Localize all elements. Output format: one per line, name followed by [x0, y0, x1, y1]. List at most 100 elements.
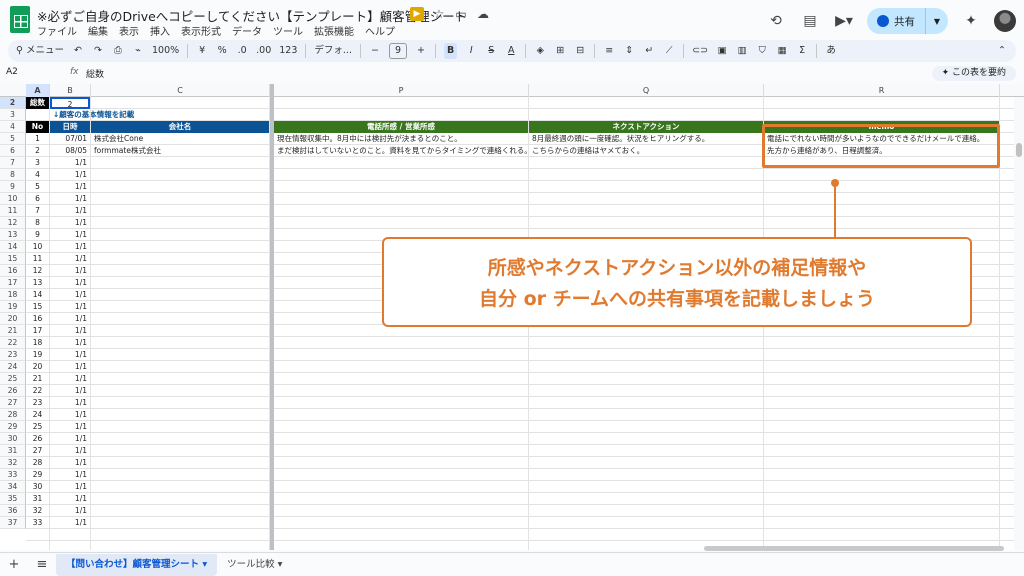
row-header[interactable]: 28: [0, 409, 26, 421]
row-date-cell[interactable]: 1/1: [50, 289, 90, 301]
row-date-cell[interactable]: 1/1: [50, 241, 90, 253]
horizontal-align-icon[interactable]: ≡: [603, 43, 615, 59]
row-date-cell[interactable]: 1/1: [50, 313, 90, 325]
percent-button[interactable]: %: [216, 43, 228, 59]
row-no-cell[interactable]: 11: [26, 253, 49, 265]
insert-link-icon[interactable]: ⊂⊃: [692, 43, 708, 59]
row-no-cell[interactable]: 26: [26, 433, 49, 445]
header-next-action[interactable]: ネクストアクション: [529, 121, 763, 133]
row-header[interactable]: 32: [0, 457, 26, 469]
row-header[interactable]: 15: [0, 253, 26, 265]
share-button[interactable]: 共有 ▼: [867, 8, 948, 34]
text-rotation-icon[interactable]: ⟋: [663, 43, 675, 59]
total-value-cell[interactable]: 2: [50, 97, 90, 109]
decrease-decimal-button[interactable]: .0: [236, 43, 248, 59]
row-no-cell[interactable]: 29: [26, 469, 49, 481]
row-no-cell[interactable]: 6: [26, 193, 49, 205]
borders-icon[interactable]: ⊞: [554, 43, 566, 59]
share-caret-icon[interactable]: ▼: [926, 17, 948, 26]
frozen-column-divider[interactable]: [270, 84, 274, 550]
row-header[interactable]: 37: [0, 517, 26, 529]
cloud-status-icon[interactable]: ☁: [476, 7, 490, 21]
formula-input[interactable]: 総数: [86, 67, 104, 80]
row-date-cell[interactable]: 1/1: [50, 433, 90, 445]
row-no-cell[interactable]: 24: [26, 409, 49, 421]
row-no-cell[interactable]: 15: [26, 301, 49, 313]
tab-caret-icon[interactable]: ▾: [199, 559, 207, 570]
row-date-cell[interactable]: 1/1: [50, 157, 90, 169]
menu-item[interactable]: 拡張機能: [314, 23, 354, 38]
sheets-logo-icon[interactable]: [10, 6, 30, 33]
menu-item[interactable]: 挿入: [150, 23, 170, 38]
meet-icon[interactable]: ▶▾: [833, 10, 855, 32]
print-icon[interactable]: ⎙: [112, 43, 124, 59]
record-date-cell[interactable]: 07/01: [50, 133, 90, 145]
row-date-cell[interactable]: 1/1: [50, 217, 90, 229]
horizontal-scrollbar[interactable]: [704, 546, 1004, 551]
row-date-cell[interactable]: 1/1: [50, 349, 90, 361]
comment-icon[interactable]: ▤: [799, 10, 821, 32]
row-date-cell[interactable]: 1/1: [50, 181, 90, 193]
column-header[interactable]: A: [26, 84, 50, 97]
row-header[interactable]: 5: [0, 133, 26, 145]
vertical-scrollbar[interactable]: [1014, 97, 1024, 550]
row-header[interactable]: 12: [0, 217, 26, 229]
name-box[interactable]: A2: [6, 67, 60, 77]
row-date-cell[interactable]: 1/1: [50, 193, 90, 205]
header-impression[interactable]: 電話所感 / 営業所感: [274, 121, 528, 133]
row-header[interactable]: 3: [0, 109, 26, 121]
section-note-cell[interactable]: ↓顧客の基本情報を記載: [50, 109, 269, 121]
merge-cells-icon[interactable]: ⊟: [574, 43, 586, 59]
redo-icon[interactable]: ↷: [92, 43, 104, 59]
row-header[interactable]: 9: [0, 181, 26, 193]
column-header[interactable]: Q: [529, 84, 764, 97]
record-impression-cell[interactable]: 現在情報収集中。8月中には検討先が決まるとのこと。: [274, 133, 528, 145]
row-date-cell[interactable]: 1/1: [50, 301, 90, 313]
column-header[interactable]: C: [91, 84, 270, 97]
tab-caret-icon[interactable]: ▾: [275, 559, 283, 570]
undo-icon[interactable]: ↶: [72, 43, 84, 59]
row-header[interactable]: 8: [0, 169, 26, 181]
row-no-cell[interactable]: 19: [26, 349, 49, 361]
menu-item[interactable]: 表示形式: [181, 23, 221, 38]
sheet-tab[interactable]: 【問い合わせ】顧客管理シート ▾: [56, 553, 218, 576]
filter-views-icon[interactable]: ▦: [776, 43, 788, 59]
row-date-cell[interactable]: 1/1: [50, 277, 90, 289]
text-color-button[interactable]: A: [505, 43, 517, 59]
row-header[interactable]: 7: [0, 157, 26, 169]
row-header[interactable]: 21: [0, 325, 26, 337]
row-header[interactable]: 36: [0, 505, 26, 517]
row-date-cell[interactable]: 1/1: [50, 229, 90, 241]
shortcut-icon[interactable]: ▶: [410, 7, 424, 21]
row-no-cell[interactable]: 5: [26, 181, 49, 193]
font-size-increase-icon[interactable]: +: [415, 43, 427, 59]
row-header[interactable]: 13: [0, 229, 26, 241]
row-date-cell[interactable]: 1/1: [50, 265, 90, 277]
record-date-cell[interactable]: 08/05: [50, 145, 90, 157]
column-header[interactable]: R: [764, 84, 1000, 97]
column-header[interactable]: B: [50, 84, 91, 97]
header-company[interactable]: 会社名: [91, 121, 269, 133]
row-header[interactable]: 33: [0, 469, 26, 481]
row-date-cell[interactable]: 1/1: [50, 481, 90, 493]
menu-item[interactable]: ツール: [273, 23, 303, 38]
record-next-action-cell[interactable]: 8月最終週の頭に一度確認。状況をヒアリングする。: [529, 133, 763, 145]
row-date-cell[interactable]: 1/1: [50, 337, 90, 349]
row-no-cell[interactable]: 3: [26, 157, 49, 169]
row-no-cell[interactable]: 23: [26, 397, 49, 409]
row-header[interactable]: 29: [0, 421, 26, 433]
row-no-cell[interactable]: 12: [26, 265, 49, 277]
summarize-table-button[interactable]: ✦ この表を要約: [931, 66, 1016, 81]
row-date-cell[interactable]: 1/1: [50, 325, 90, 337]
row-no-cell[interactable]: 17: [26, 325, 49, 337]
row-header[interactable]: 18: [0, 289, 26, 301]
row-date-cell[interactable]: 1/1: [50, 361, 90, 373]
row-no-cell[interactable]: 32: [26, 505, 49, 517]
bold-button[interactable]: B: [443, 43, 458, 59]
font-select[interactable]: デフォ...: [314, 43, 352, 59]
row-no-cell[interactable]: 8: [26, 217, 49, 229]
row-date-cell[interactable]: 1/1: [50, 457, 90, 469]
row-date-cell[interactable]: 1/1: [50, 517, 90, 529]
row-date-cell[interactable]: 1/1: [50, 469, 90, 481]
all-sheets-icon[interactable]: ≡: [28, 557, 56, 572]
